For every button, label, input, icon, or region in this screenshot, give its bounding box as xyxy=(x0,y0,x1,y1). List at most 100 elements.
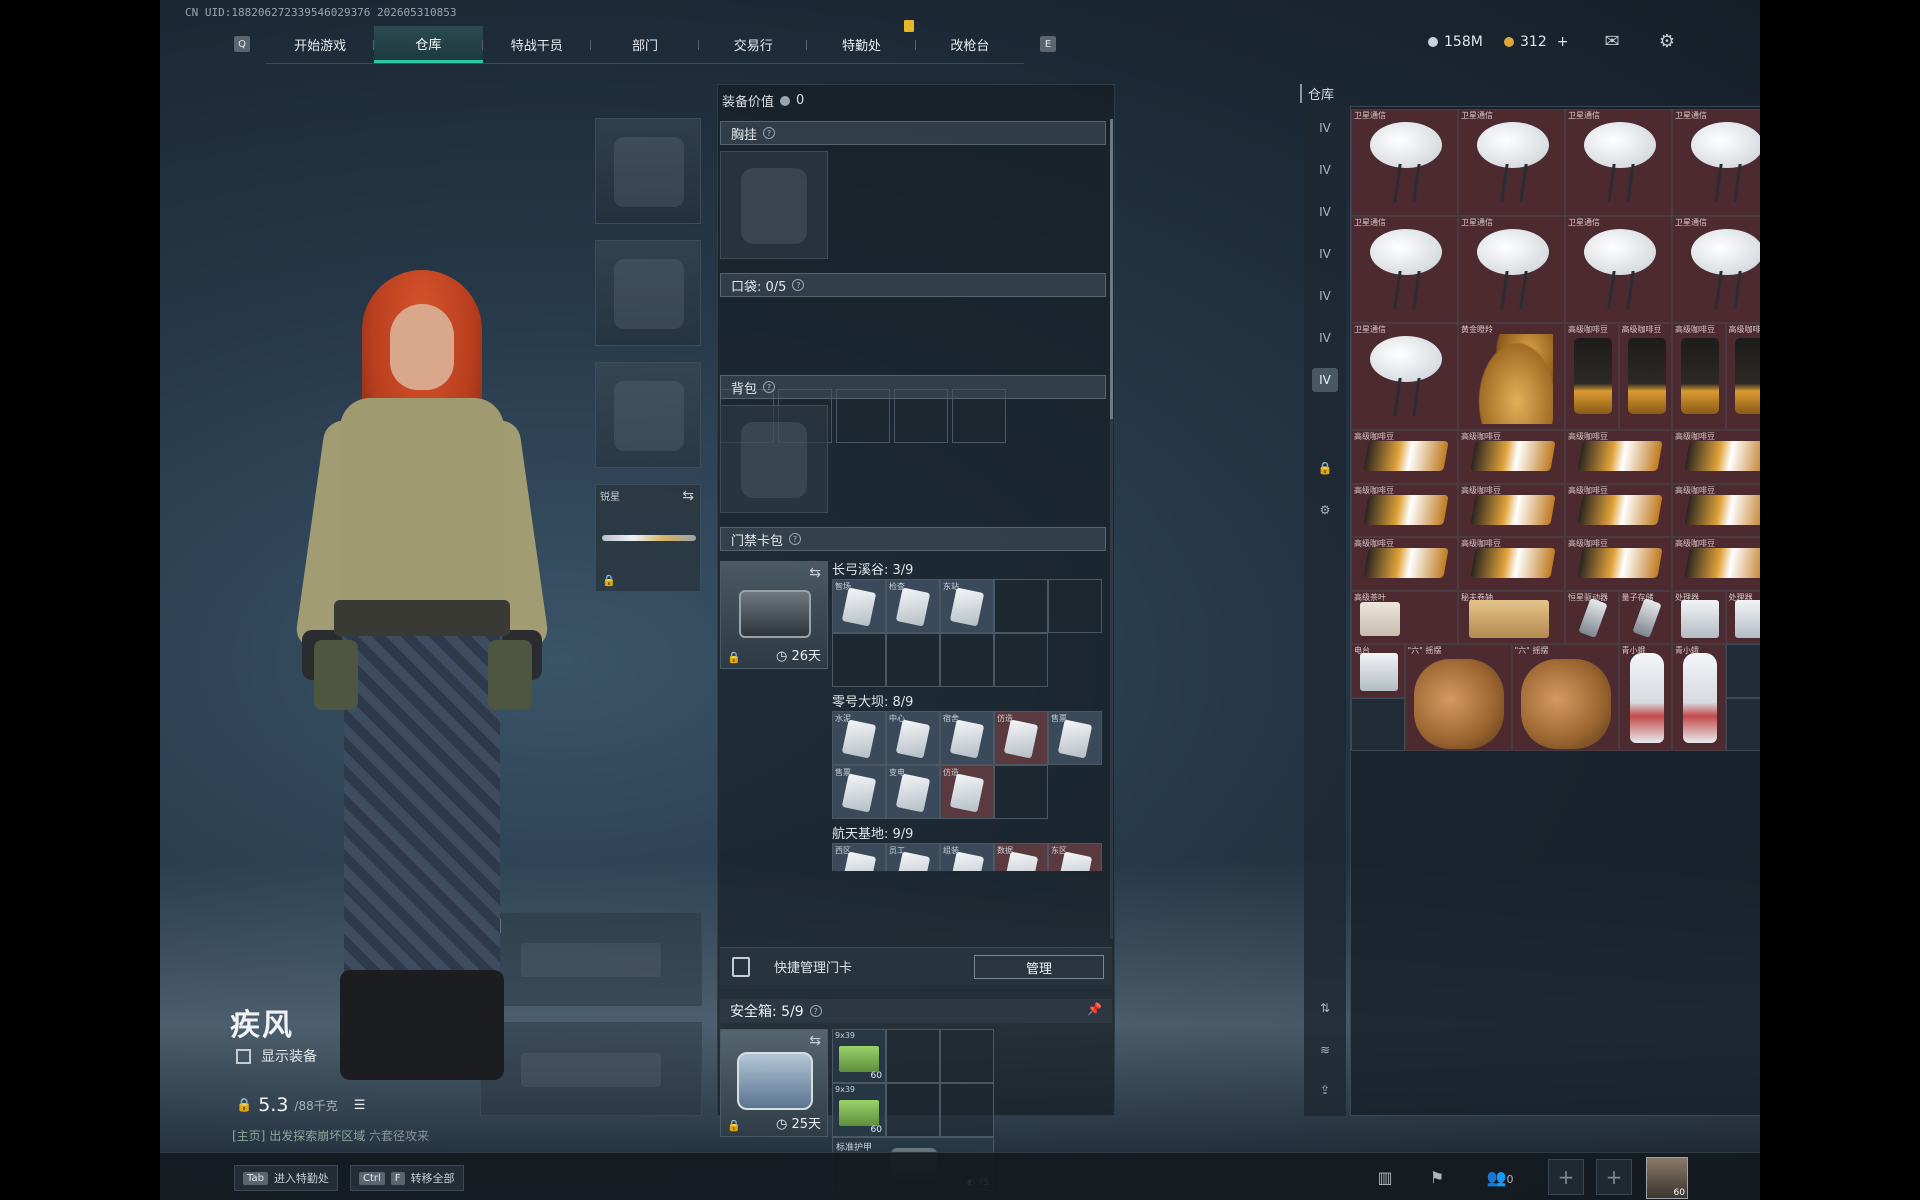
settings-gear-icon[interactable]: ⚙ xyxy=(1656,32,1678,52)
invite-slot-button[interactable]: + xyxy=(1596,1159,1632,1195)
lock-icon[interactable]: 🔒 xyxy=(1312,456,1338,480)
keycard-item[interactable]: 宿舍 xyxy=(940,711,994,765)
warehouse-empty-slot[interactable] xyxy=(1351,697,1405,751)
pistol-slot[interactable] xyxy=(595,362,701,468)
scrollbar-thumb[interactable] xyxy=(1110,119,1113,419)
warehouse-item[interactable]: 高级咖啡豆 xyxy=(1618,323,1672,430)
warehouse-page-1-icon[interactable]: IV xyxy=(1312,116,1338,140)
warehouse-item[interactable]: 高级咖啡豆 xyxy=(1565,430,1672,484)
help-icon[interactable]: ? xyxy=(763,381,776,393)
warehouse-item[interactable]: 高级咖啡豆 xyxy=(1672,430,1760,484)
warehouse-item[interactable]: 高级咖啡豆 xyxy=(1565,323,1619,430)
help-icon[interactable]: ? xyxy=(792,279,805,291)
melee-slot[interactable]: 锐星 ⇆ 🔒 xyxy=(595,484,701,592)
safe-cell[interactable] xyxy=(940,1029,994,1083)
warehouse-item[interactable]: 高级咖啡豆 xyxy=(1351,430,1458,484)
nav-prev-key[interactable]: Q xyxy=(234,36,250,52)
tab-6[interactable]: 特勤处 xyxy=(807,26,916,63)
pin-icon[interactable]: 📌 xyxy=(1087,1002,1102,1016)
mail-icon[interactable]: ✉ xyxy=(1601,32,1623,52)
warehouse-item[interactable]: 高级咖啡豆 xyxy=(1565,537,1672,591)
warehouse-item[interactable]: 高级咖啡豆 xyxy=(1672,323,1726,430)
chest-rig-slot[interactable] xyxy=(720,151,828,259)
safe-cell[interactable] xyxy=(886,1029,940,1083)
tab-1[interactable]: 开始游戏 xyxy=(266,26,375,63)
warehouse-item[interactable]: 卫星通信 xyxy=(1458,216,1565,323)
help-icon[interactable]: ? xyxy=(763,127,776,139)
keycard-item[interactable]: 东区 xyxy=(1048,843,1102,871)
warehouse-item[interactable]: 处理器 xyxy=(1672,590,1726,644)
warehouse-item[interactable]: 高级茶叶 xyxy=(1351,590,1458,644)
keycard-item[interactable]: 数据 xyxy=(994,843,1048,871)
keycard-empty-slot[interactable] xyxy=(1048,579,1102,633)
warehouse-page-2-icon[interactable]: IV xyxy=(1312,158,1338,182)
warehouse-item[interactable]: 青小蛾 xyxy=(1618,644,1672,751)
checkbox[interactable] xyxy=(236,1048,251,1064)
keycard-item[interactable]: 员工 xyxy=(886,843,940,871)
warehouse-item[interactable]: 高级咖啡豆 xyxy=(1458,483,1565,537)
keycard-item[interactable]: 东站 xyxy=(940,579,994,633)
warehouse-page-7-icon[interactable]: IV xyxy=(1312,368,1338,392)
friends-icon[interactable]: 👥0 xyxy=(1480,1167,1520,1189)
keycard-item[interactable]: 检查 xyxy=(886,579,940,633)
warehouse-item[interactable]: 卫星通信 xyxy=(1565,216,1672,323)
backpack-slot[interactable] xyxy=(720,405,828,513)
silver-currency[interactable]: 158M xyxy=(1428,34,1483,50)
ammo-item[interactable]: 9x39 60 xyxy=(832,1083,886,1137)
keycard-empty-slot[interactable] xyxy=(940,633,994,687)
keycard-empty-slot[interactable] xyxy=(886,633,940,687)
warehouse-item[interactable]: 高级咖啡豆 xyxy=(1672,483,1760,537)
help-icon[interactable]: ? xyxy=(809,1005,822,1017)
keycard-item[interactable]: 变电 xyxy=(886,765,940,819)
keycard-item[interactable]: 西区 xyxy=(832,843,886,871)
invite-slot-button[interactable]: + xyxy=(1548,1159,1584,1195)
keycard-item[interactable]: 水泥 xyxy=(832,711,886,765)
armor-slot[interactable] xyxy=(595,240,701,346)
keycard-item[interactable]: 仿造 xyxy=(940,765,994,819)
keycard-case-slot[interactable]: ⇆ 🔒 ◷ 26天 xyxy=(720,561,828,669)
keycard-item[interactable]: 组装 xyxy=(940,843,994,871)
warehouse-page-4-icon[interactable]: IV xyxy=(1312,242,1338,266)
warehouse-item[interactable]: 高级咖啡豆 xyxy=(1351,537,1458,591)
warehouse-item[interactable]: 高级咖啡豆 xyxy=(1565,483,1672,537)
show-equipment-toggle[interactable]: 显示装备 xyxy=(236,1046,317,1066)
stats-chart-icon[interactable]: ▥ xyxy=(1374,1167,1396,1189)
warehouse-page-6-icon[interactable]: IV xyxy=(1312,326,1338,350)
warehouse-item[interactable]: 卫星通信 xyxy=(1672,109,1760,216)
flag-icon[interactable]: ⚑ xyxy=(1426,1167,1448,1189)
nav-next-key[interactable]: E xyxy=(1040,36,1056,52)
sort-icon[interactable]: ⇅ xyxy=(1312,996,1338,1020)
swap-icon[interactable]: ⇆ xyxy=(809,1033,821,1049)
keycard-empty-slot[interactable] xyxy=(994,579,1048,633)
tab-3[interactable]: 特战干员 xyxy=(483,26,591,63)
tab-5[interactable]: 交易行 xyxy=(699,26,808,63)
list-icon[interactable]: ☰ xyxy=(354,1098,366,1113)
warehouse-item[interactable]: 高级咖啡豆 xyxy=(1458,430,1565,484)
transfer-all-shortcut[interactable]: Ctrl F 转移全部 xyxy=(350,1165,464,1191)
warehouse-item[interactable]: 卫星通信 xyxy=(1565,109,1672,216)
warehouse-item[interactable]: 卫星通信 xyxy=(1351,216,1458,323)
warehouse-item[interactable]: 卫星通信 xyxy=(1458,109,1565,216)
warehouse-item[interactable]: 高级咖啡豆 xyxy=(1725,323,1760,430)
tab-7[interactable]: 改枪台 xyxy=(916,26,1024,63)
warehouse-empty-slot[interactable] xyxy=(1725,644,1760,698)
warehouse-item[interactable]: 秘夫卷轴 xyxy=(1458,590,1565,644)
warehouse-page-5-icon[interactable]: IV xyxy=(1312,284,1338,308)
keycard-item[interactable]: 仿造 xyxy=(994,711,1048,765)
tab-4[interactable]: 部门 xyxy=(591,26,700,63)
keycard-empty-slot[interactable] xyxy=(832,633,886,687)
warehouse-item[interactable]: 卫星通信 xyxy=(1351,323,1458,430)
keycard-empty-slot[interactable] xyxy=(994,633,1048,687)
tab-2[interactable]: 仓库 xyxy=(374,26,483,63)
warehouse-item[interactable]: 高级咖啡豆 xyxy=(1672,537,1760,591)
warehouse-item[interactable]: 量子存储 xyxy=(1618,590,1672,644)
swap-icon[interactable]: ⇆ xyxy=(809,565,821,581)
help-icon[interactable]: ? xyxy=(789,533,802,545)
scrollbar[interactable] xyxy=(1110,119,1113,939)
layers-icon[interactable]: ≋ xyxy=(1312,1038,1338,1062)
helmet-slot[interactable] xyxy=(595,118,701,224)
warehouse-item[interactable]: 卫星通信 xyxy=(1351,109,1458,216)
warehouse-page-3-icon[interactable]: IV xyxy=(1312,200,1338,224)
keycard-item[interactable]: 售票 xyxy=(832,765,886,819)
warehouse-item[interactable]: 电台 xyxy=(1351,644,1405,698)
